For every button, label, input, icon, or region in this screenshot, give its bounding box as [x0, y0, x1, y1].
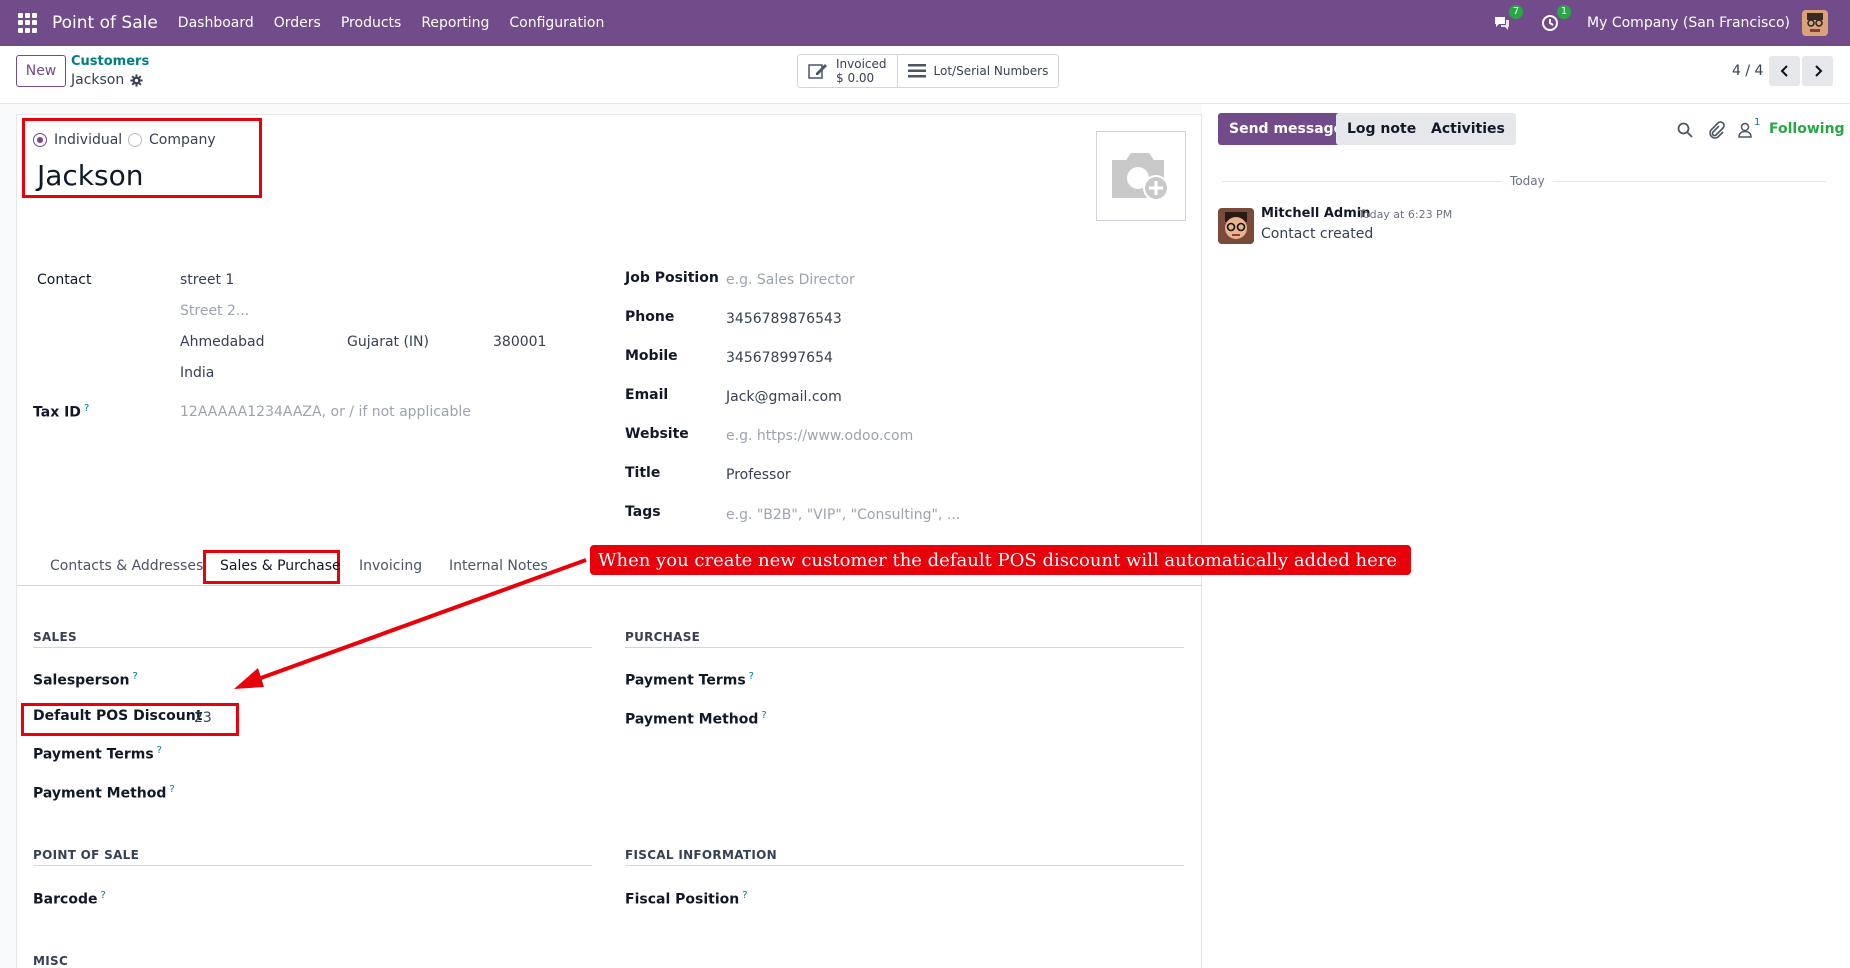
annotation-arrow — [234, 558, 587, 689]
